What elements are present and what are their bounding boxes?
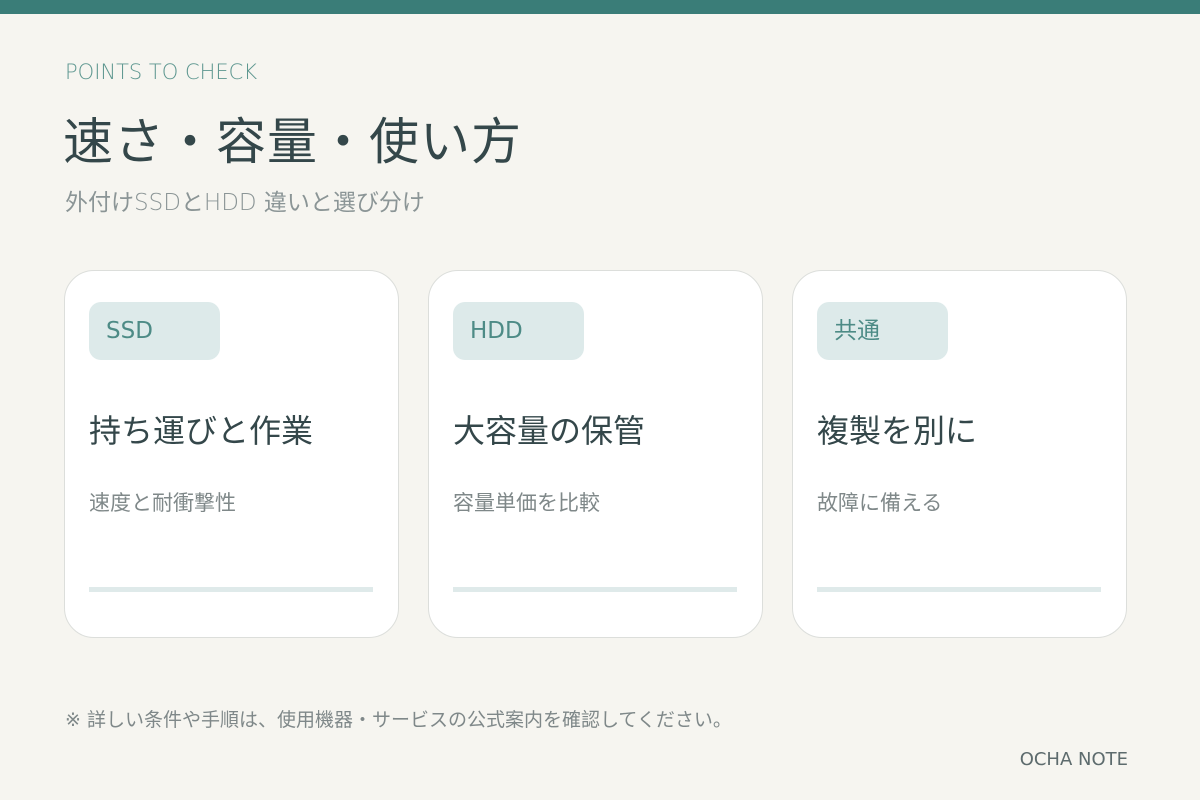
top-accent-bar xyxy=(0,0,1200,14)
card-hdd: HDD 大容量の保管 容量単価を比較 xyxy=(428,270,763,638)
card-tag: SSD xyxy=(89,302,220,360)
card-row: SSD 持ち運びと作業 速度と耐衝撃性 HDD 大容量の保管 容量単価を比較 共… xyxy=(64,270,1127,638)
footnote: ※ 詳しい条件や手順は、使用機器・サービスの公式案内を確認してください。 xyxy=(65,709,732,731)
card-heading: 複製を別に xyxy=(817,412,978,450)
card-description: 速度と耐衝撃性 xyxy=(89,491,236,515)
card-description: 故障に備える xyxy=(817,491,943,515)
card-heading: 大容量の保管 xyxy=(453,412,646,450)
card-divider xyxy=(817,587,1101,592)
card-common: 共通 複製を別に 故障に備える xyxy=(792,270,1127,638)
card-tag: 共通 xyxy=(817,302,948,360)
card-description: 容量単価を比較 xyxy=(453,491,600,515)
page-title: 速さ・容量・使い方 xyxy=(63,113,522,171)
card-divider xyxy=(453,587,737,592)
card-tag: HDD xyxy=(453,302,584,360)
brand-label: OCHA NOTE xyxy=(1019,749,1128,770)
card-heading: 持ち運びと作業 xyxy=(89,412,314,450)
card-ssd: SSD 持ち運びと作業 速度と耐衝撃性 xyxy=(64,270,399,638)
card-divider xyxy=(89,587,373,592)
section-eyebrow: POINTS TO CHECK xyxy=(65,60,258,84)
page-subtitle: 外付けSSDとHDD 違いと選び分け xyxy=(65,190,425,216)
